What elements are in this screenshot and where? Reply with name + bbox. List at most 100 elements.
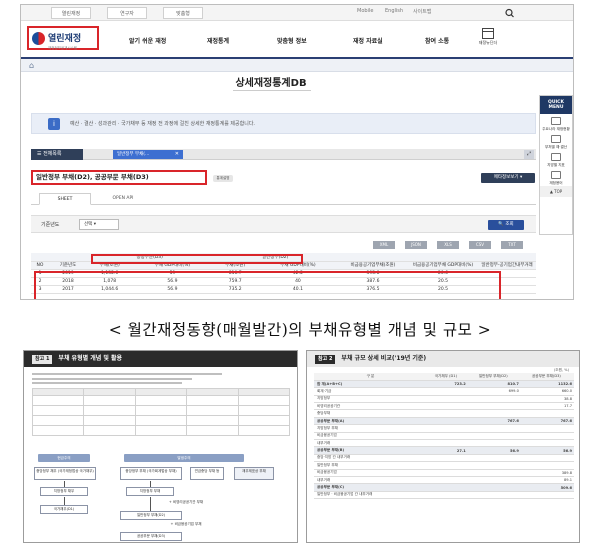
website-screenshot: 열린재정 연구자 맞춤형 Mobile English 사이트맵 열린재정 재정… bbox=[20, 4, 574, 300]
figure-caption: < 월간재정동향(매월발간)의 부채유형별 개념 및 규모 > bbox=[108, 321, 492, 339]
nav-finance-stats[interactable]: 재정통계 bbox=[207, 36, 229, 45]
quick-item-country[interactable]: 주요나라 재정현황 bbox=[540, 114, 572, 132]
diagram-box: 국가채무(D1) bbox=[40, 505, 88, 514]
link-mobile[interactable]: Mobile bbox=[357, 8, 373, 14]
doc1-title: 부채 유형별 개념 및 활용 bbox=[58, 355, 122, 362]
table-row: 내부거래 bbox=[314, 439, 574, 448]
col-header: 비금융공기업부채(조원) bbox=[338, 261, 408, 270]
taegeuk-logo-icon bbox=[32, 31, 45, 45]
subtab-open-api[interactable]: OPEN API bbox=[97, 193, 149, 205]
quick-item-ministry[interactable]: 부처별 예·결산 bbox=[540, 132, 572, 150]
logo-title: 열린재정 bbox=[48, 33, 82, 44]
info-box: i 예산 · 결산 · 성과관리 · 국가채무 등 재정 전 과정에 걸친 상세… bbox=[31, 113, 536, 134]
text-line bbox=[32, 378, 192, 380]
finance-guide-link[interactable]: 재정뉴딘더 bbox=[477, 28, 499, 46]
col-header: 기준년도 bbox=[49, 261, 87, 270]
title-divider bbox=[233, 90, 311, 91]
table-row: 합 계(A+B+C) 723.2 810.7 1132.6 bbox=[314, 380, 574, 389]
table-row: 충당부채 bbox=[314, 409, 574, 418]
expand-icon[interactable]: ⤢ bbox=[524, 150, 534, 159]
nav-participation[interactable]: 참여 소통 bbox=[425, 36, 449, 45]
main-navigation: 열린재정 재정정보공개시스템 알기 쉬운 재정 재정통계 맞춤형 정보 재정 자… bbox=[21, 21, 573, 59]
doc1-definition-table bbox=[31, 388, 291, 436]
table-row: 공공부문 부채(C) 509.6 bbox=[314, 483, 574, 492]
globe-icon bbox=[551, 117, 561, 125]
highlight-box-headers bbox=[91, 254, 303, 264]
doc1-chip: 참고 1 bbox=[32, 354, 53, 364]
diagram-box: 중앙정부 채무 (국가재정법상 국가채무) bbox=[34, 467, 96, 480]
info-text: 예산 · 결산 · 성과관리 · 국가채무 등 재정 전 과정에 걸친 상세한 … bbox=[70, 121, 256, 127]
document-icon bbox=[551, 135, 561, 143]
col-header: 일반정부-공기업간내부거래 bbox=[478, 261, 536, 270]
utility-tab-open-finance[interactable]: 열린재정 bbox=[51, 7, 91, 19]
table-row: 중앙·지방 간 내부거래 bbox=[314, 454, 574, 463]
nav-easy-finance[interactable]: 알기 쉬운 재정 bbox=[129, 36, 166, 45]
site-logo[interactable]: 열린재정 재정정보공개시스템 bbox=[27, 26, 99, 50]
diagram-box: 일반정부 부채(D2) bbox=[120, 511, 182, 520]
link-english[interactable]: English bbox=[385, 8, 403, 14]
table-row: 일반정부 부채 bbox=[314, 461, 574, 470]
download-xls-button[interactable]: XLS bbox=[437, 241, 459, 249]
col-header: 공공부문 부채(D3) bbox=[520, 373, 574, 381]
utility-tab-researcher[interactable]: 연구자 bbox=[107, 7, 147, 19]
diagram-box: 연금충당 부채 등 bbox=[190, 467, 224, 480]
arrow bbox=[64, 497, 65, 505]
finance-guide-label: 재정뉴딘더 bbox=[478, 40, 498, 45]
diagram-head-accrual: 발생주의 bbox=[124, 454, 244, 462]
subtab-sheet[interactable]: SHEET bbox=[39, 193, 91, 205]
download-xml-button[interactable]: XML bbox=[373, 241, 395, 249]
diagram-box: 중앙정부 부채 (국가회계법상 부채) bbox=[120, 467, 182, 480]
utility-tab-custom[interactable]: 맞춤형 bbox=[163, 7, 203, 19]
text-line bbox=[32, 382, 182, 384]
diagram-note: + 비금융공기업 부채 bbox=[142, 521, 230, 530]
doc2-comparison-table: 구 분 국가채무 (D1) 일반정부 부채(D2) 공공부문 부채(D3) 합 … bbox=[314, 373, 574, 500]
doc2-header: 참고 2 부채 규모 상세 비교('19년 기준) bbox=[307, 351, 579, 367]
quick-item-glossary[interactable]: 재정용어 bbox=[540, 168, 572, 186]
home-icon[interactable]: ⌂ bbox=[29, 61, 38, 70]
tab-current-document[interactable]: 일반정부 부채(... ✕ bbox=[113, 150, 183, 159]
quick-item-region[interactable]: 지방별 지표 bbox=[540, 150, 572, 168]
doc2-title: 부채 규모 상세 비교('19년 기준) bbox=[341, 355, 427, 362]
quick-menu-header: QUICK MENU bbox=[540, 96, 572, 114]
diagram-box: 지방정부 채무 bbox=[40, 487, 88, 496]
arrow bbox=[64, 481, 65, 487]
doc1-header: 참고 1 부채 유형별 개념 및 활용 bbox=[24, 351, 297, 367]
download-txt-button[interactable]: TXT bbox=[501, 241, 523, 249]
link-sitemap[interactable]: 사이트맵 bbox=[413, 8, 431, 15]
filter-year-select[interactable]: 선택 ▾ bbox=[79, 219, 119, 230]
table-row: 지방정부 부채 bbox=[314, 424, 574, 433]
download-format-row: XML JSON XLS CSV TXT bbox=[31, 241, 536, 250]
col-header: 구 분 bbox=[314, 373, 426, 381]
scroll-top-button[interactable]: ▲ TOP bbox=[540, 186, 572, 197]
diagram-box: 재무제표상 부채 bbox=[234, 467, 274, 480]
filter-year-label: 기준년도 bbox=[41, 222, 60, 228]
bar-chart-icon bbox=[551, 153, 561, 161]
reference-document-1: 참고 1 부채 유형별 개념 및 활용 현금주의 발생주의 중앙정부 채무 (국… bbox=[23, 350, 298, 543]
view-subtabs: SHEET OPEN API bbox=[31, 193, 536, 205]
close-icon[interactable]: ✕ bbox=[175, 150, 179, 159]
table-row: 일반정부 · 비금융공기업 간 내부거래 bbox=[314, 491, 574, 500]
nav-custom-info[interactable]: 맞춤형 정보 bbox=[277, 36, 307, 45]
download-csv-button[interactable]: CSV bbox=[469, 241, 491, 249]
logo-subtitle: 재정정보공개시스템 bbox=[48, 45, 77, 50]
calendar-icon bbox=[482, 28, 494, 39]
stat-title: 일반정부 부채(D2), 공공부문 부채(D3) bbox=[31, 170, 207, 185]
table-row: 비금융공기업 389.8 bbox=[314, 469, 574, 477]
stat-description-badge[interactable]: 통계설명 bbox=[213, 175, 233, 182]
meta-info-button[interactable]: 메타정보보기 ▾ bbox=[481, 173, 535, 183]
search-icon[interactable] bbox=[499, 7, 521, 19]
table-row: 회계·기금 699.0 660.0 bbox=[314, 387, 574, 396]
arrow bbox=[150, 481, 151, 487]
nav-finance-archive[interactable]: 재정 자료실 bbox=[353, 36, 383, 45]
diagram-note: + 비영리공공기관 부채 bbox=[142, 499, 230, 508]
query-button[interactable]: 🔍 조회 bbox=[488, 220, 524, 230]
reference-document-2: 참고 2 부채 규모 상세 비교('19년 기준) (조원, %) 구 분 국가… bbox=[306, 350, 580, 543]
table-row: 비영리공공기관 17.7 bbox=[314, 402, 574, 411]
table-row: 비금융공기업 bbox=[314, 432, 574, 441]
download-json-button[interactable]: JSON bbox=[405, 241, 427, 249]
tab-all-list[interactable]: ☰ 전체목록 bbox=[31, 149, 83, 160]
table-row: 공공부문 부채(A) 767.6 767.6 bbox=[314, 417, 574, 426]
doc2-chip: 참고 2 bbox=[315, 354, 336, 364]
table-row: 지방정부 38.8 bbox=[314, 395, 574, 404]
table-header-row: 구 분 국가채무 (D1) 일반정부 부채(D2) 공공부문 부채(D3) bbox=[314, 373, 574, 381]
